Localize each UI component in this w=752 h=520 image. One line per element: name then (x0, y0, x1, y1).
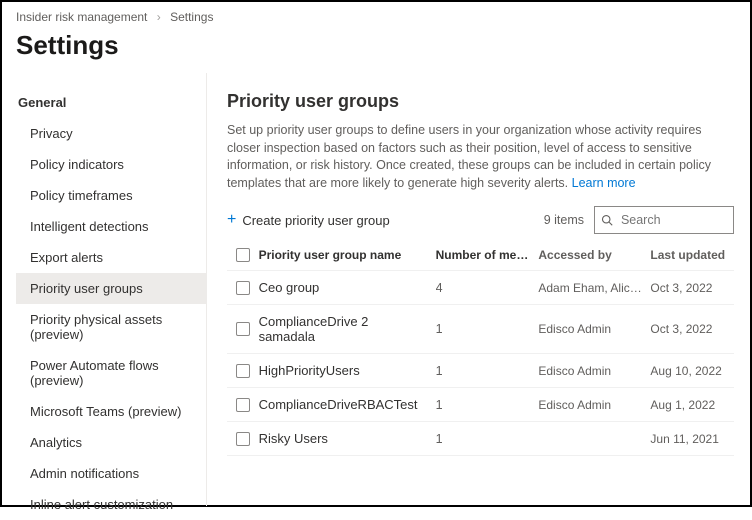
row-checkbox[interactable] (227, 322, 259, 336)
checkbox-icon (236, 432, 250, 446)
row-checkbox[interactable] (227, 398, 259, 412)
row-checkbox[interactable] (227, 432, 259, 446)
cell-updated: Jun 11, 2021 (650, 432, 734, 446)
row-checkbox[interactable] (227, 281, 259, 295)
sidebar-item[interactable]: Export alerts (16, 242, 206, 273)
cell-updated: Oct 3, 2022 (650, 281, 734, 295)
main-content: Priority user groups Set up priority use… (207, 73, 750, 506)
search-icon (601, 213, 613, 227)
breadcrumb-current[interactable]: Settings (170, 10, 213, 24)
sidebar-item[interactable]: Microsoft Teams (preview) (16, 396, 206, 427)
sidebar-item[interactable]: Policy timeframes (16, 180, 206, 211)
section-title: Priority user groups (227, 91, 734, 112)
section-description: Set up priority user groups to define us… (227, 122, 734, 192)
plus-icon: + (227, 212, 236, 228)
cell-updated: Aug 10, 2022 (650, 364, 734, 378)
breadcrumb: Insider risk management › Settings (2, 2, 750, 28)
learn-more-link[interactable]: Learn more (572, 176, 636, 190)
checkbox-icon (236, 398, 250, 412)
col-header-updated[interactable]: Last updated (650, 248, 734, 262)
table-header: Priority user group name Number of memb…… (227, 240, 734, 271)
row-checkbox[interactable] (227, 364, 259, 378)
cell-access: Edisco Admin (538, 364, 650, 378)
cell-members: 1 (436, 432, 539, 446)
breadcrumb-root[interactable]: Insider risk management (16, 10, 147, 24)
checkbox-icon (236, 248, 250, 262)
search-input[interactable] (619, 212, 727, 228)
cell-access: Edisco Admin (538, 322, 650, 336)
cell-members: 1 (436, 322, 539, 336)
search-box[interactable] (594, 206, 734, 234)
table-row[interactable]: Risky Users1 Jun 11, 2021 (227, 422, 734, 456)
cell-access: Adam Eham, Alice Doe (538, 281, 650, 295)
table-row[interactable]: ComplianceDrive 2 samadala1Edisco AdminO… (227, 305, 734, 354)
sidebar-item[interactable]: Intelligent detections (16, 211, 206, 242)
sidebar-item[interactable]: Priority user groups (16, 273, 206, 304)
create-button-label: Create priority user group (242, 213, 389, 228)
sidebar-item[interactable]: Priority physical assets (preview) (16, 304, 206, 350)
cell-members: 4 (436, 281, 539, 295)
col-header-name[interactable]: Priority user group name (259, 248, 436, 262)
checkbox-icon (236, 322, 250, 336)
checkbox-icon (236, 281, 250, 295)
cell-name: ComplianceDriveRBACTest (259, 397, 436, 412)
col-header-members[interactable]: Number of memb… (436, 248, 539, 262)
checkbox-icon (236, 364, 250, 378)
sidebar-item[interactable]: Admin notifications (16, 458, 206, 489)
sidebar-item[interactable]: Power Automate flows (preview) (16, 350, 206, 396)
cell-updated: Oct 3, 2022 (650, 322, 734, 336)
table-row[interactable]: ComplianceDriveRBACTest1Edisco AdminAug … (227, 388, 734, 422)
table-row[interactable]: HighPriorityUsers1Edisco AdminAug 10, 20… (227, 354, 734, 388)
page-title: Settings (2, 28, 750, 73)
description-text: Set up priority user groups to define us… (227, 123, 711, 190)
sidebar: General PrivacyPolicy indicatorsPolicy t… (2, 73, 207, 506)
toolbar: + Create priority user group 9 items (227, 206, 734, 234)
create-priority-group-button[interactable]: + Create priority user group (227, 208, 390, 232)
cell-members: 1 (436, 364, 539, 378)
chevron-right-icon: › (157, 10, 161, 24)
cell-members: 1 (436, 398, 539, 412)
cell-name: Risky Users (259, 431, 436, 446)
sidebar-item[interactable]: Inline alert customization (16, 489, 206, 520)
sidebar-item[interactable]: Analytics (16, 427, 206, 458)
item-count: 9 items (544, 213, 584, 227)
select-all-cell[interactable] (227, 248, 259, 262)
col-header-access[interactable]: Accessed by (538, 248, 650, 262)
sidebar-item[interactable]: Policy indicators (16, 149, 206, 180)
cell-name: Ceo group (259, 280, 436, 295)
cell-name: HighPriorityUsers (259, 363, 436, 378)
cell-access: Edisco Admin (538, 398, 650, 412)
sidebar-item[interactable]: Privacy (16, 118, 206, 149)
priority-groups-table: Priority user group name Number of memb…… (227, 240, 734, 456)
cell-updated: Aug 1, 2022 (650, 398, 734, 412)
sidebar-heading: General (16, 91, 206, 118)
table-row[interactable]: Ceo group4Adam Eham, Alice DoeOct 3, 202… (227, 271, 734, 305)
cell-name: ComplianceDrive 2 samadala (259, 314, 436, 344)
